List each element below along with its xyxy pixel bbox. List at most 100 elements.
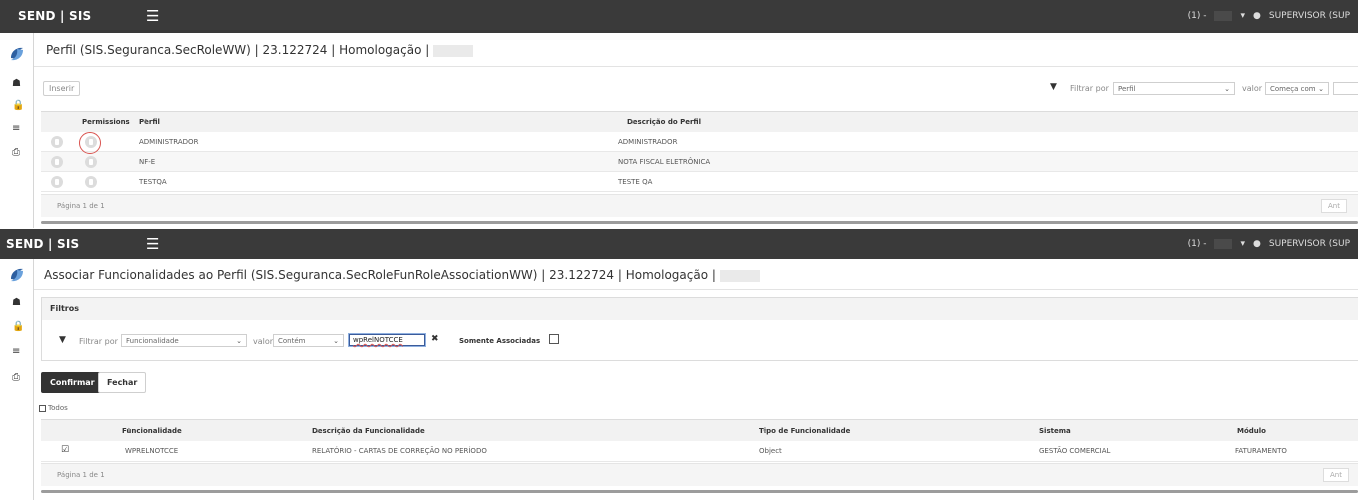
- lock-icon[interactable]: 🔒: [12, 321, 24, 332]
- filters-panel-body: ▼ Filtrar por Funcionalidade ⌄ valor Cont…: [41, 320, 1358, 361]
- filter-icon[interactable]: ▼: [59, 335, 66, 345]
- table-row[interactable]: ☑ WPRELNOTCCE RELATÓRIO - CARTAS DE CORR…: [41, 441, 1358, 462]
- pager-text: Página 1 de 1: [57, 471, 105, 479]
- cell-descricao: ADMINISTRADOR: [618, 138, 678, 146]
- cell-tipo: Object: [759, 447, 782, 455]
- app-logo: [11, 47, 23, 61]
- page-title: Perfil (SIS.Seguranca.SecRoleWW) | 23.12…: [46, 43, 474, 57]
- insert-button[interactable]: Inserir: [43, 81, 81, 96]
- table-row[interactable]: ADMINISTRADOR ADMINISTRADOR: [41, 132, 1358, 152]
- brand-title: SEND | SIS: [6, 237, 80, 251]
- horizontal-scrollbar[interactable]: [41, 221, 1358, 224]
- search-input[interactable]: wpRelNOTCCE: [349, 334, 425, 346]
- user-name[interactable]: SUPERVISOR (SUP: [1269, 11, 1350, 21]
- print-icon[interactable]: ⎙: [12, 147, 20, 158]
- clear-icon[interactable]: ✖: [431, 334, 439, 344]
- chevron-down-icon: ⌄: [236, 336, 242, 345]
- cell-modulo: FATURAMENTO: [1235, 447, 1287, 455]
- pager: Página 1 de 1 Ant: [41, 194, 1358, 217]
- table-row[interactable]: NF-E NOTA FISCAL ELETRÔNICA: [41, 152, 1358, 172]
- col-sistema[interactable]: Sistema: [1039, 427, 1071, 435]
- edit-icon[interactable]: [51, 156, 63, 168]
- list-icon[interactable]: ≡: [12, 123, 20, 134]
- col-permissions[interactable]: Permissions: [82, 118, 130, 126]
- filter-field-select[interactable]: Funcionalidade ⌄: [121, 334, 247, 347]
- chevron-down-icon[interactable]: ▾: [1240, 239, 1245, 249]
- chevron-down-icon: ⌄: [1224, 84, 1230, 93]
- user-icon: ●: [1253, 11, 1261, 21]
- value-label: valor: [253, 337, 274, 346]
- redacted-box: [719, 269, 760, 282]
- cell-sistema: GESTÃO COMERCIAL: [1039, 447, 1111, 455]
- permissions-icon[interactable]: [85, 156, 97, 168]
- value-operator-value: Contém: [278, 336, 306, 345]
- sidebar: ☗ 🔒 ≡ ⎙: [0, 259, 34, 500]
- prev-button[interactable]: Ant: [1321, 199, 1347, 213]
- select-all-label: Todos: [48, 404, 68, 412]
- brand-title: SEND | SIS: [18, 9, 92, 23]
- only-associated-label: Somente Associadas: [459, 337, 541, 345]
- col-modulo[interactable]: Módulo: [1237, 427, 1266, 435]
- highlight-circle: [79, 132, 101, 154]
- notification-value: [1214, 11, 1233, 21]
- user-area[interactable]: (1) - ▾ ● SUPERVISOR (SUP: [1188, 239, 1350, 249]
- user-area[interactable]: (1) - ▾ ● SUPERVISOR (SUP: [1188, 11, 1350, 21]
- filter-value-input[interactable]: [1333, 82, 1358, 95]
- user-icon: ●: [1253, 239, 1261, 249]
- table-header: Permissions Perfil ↑ Descrição do Perfil…: [41, 111, 1358, 133]
- cell-descricao: TESTE QA: [618, 178, 653, 186]
- filter-by-label: Filtrar por: [1070, 84, 1109, 93]
- table-row[interactable]: TESTQA TESTE QA: [41, 172, 1358, 192]
- permissions-icon[interactable]: [85, 176, 97, 188]
- row-checkbox[interactable]: ☑: [61, 445, 69, 455]
- top-bar: SEND | SIS ☰ (1) - ▾ ● SUPERVISOR (SUP: [0, 229, 1358, 259]
- value-operator-select[interactable]: Contém ⌄: [273, 334, 344, 347]
- filter-field-value: Funcionalidade: [126, 336, 179, 345]
- edit-icon[interactable]: [51, 176, 63, 188]
- page-title: Associar Funcionalidades ao Perfil (SIS.…: [44, 268, 760, 282]
- cell-perfil: TESTQA: [139, 178, 167, 186]
- filter-icon[interactable]: ▼: [1050, 82, 1057, 92]
- edit-icon[interactable]: [51, 136, 63, 148]
- only-associated-checkbox[interactable]: [549, 334, 559, 344]
- hamburger-icon[interactable]: ☰: [146, 7, 159, 25]
- pager: Página 1 de 1 Ant: [41, 463, 1358, 486]
- user-name[interactable]: SUPERVISOR (SUP: [1269, 239, 1350, 249]
- filters-title: Filtros: [50, 304, 79, 313]
- page-title-bar: Associar Funcionalidades ao Perfil (SIS.…: [34, 259, 1358, 290]
- lock-icon[interactable]: 🔒: [12, 100, 24, 111]
- home-icon[interactable]: ☗: [12, 78, 21, 89]
- app-logo: [11, 268, 23, 282]
- pager-text: Página 1 de 1: [57, 202, 105, 210]
- filter-by-label: Filtrar por: [79, 337, 118, 346]
- horizontal-scrollbar[interactable]: [41, 490, 1358, 493]
- filter-bar: ▼ Filtrar por Perfil ⌄ valor Começa com ⌄: [1050, 82, 1358, 96]
- print-icon[interactable]: ⎙: [12, 372, 20, 383]
- notification-count[interactable]: (1) -: [1188, 239, 1207, 249]
- cell-descricao: RELATÓRIO - CARTAS DE CORREÇÃO NO PERÍOD…: [312, 447, 487, 455]
- notification-count[interactable]: (1) -: [1188, 11, 1207, 21]
- table-header: Funcionalidade ↑ Descrição da Funcionali…: [41, 419, 1358, 442]
- value-label: valor: [1242, 84, 1263, 93]
- filter-field-select[interactable]: Perfil ⌄: [1113, 82, 1235, 95]
- cell-perfil: ADMINISTRADOR: [139, 138, 199, 146]
- prev-button[interactable]: Ant: [1323, 468, 1349, 482]
- home-icon[interactable]: ☗: [12, 297, 21, 308]
- chevron-down-icon: ⌄: [1318, 84, 1324, 93]
- value-operator-select[interactable]: Começa com ⌄: [1265, 82, 1329, 95]
- close-button[interactable]: Fechar: [98, 372, 147, 393]
- notification-value: [1214, 239, 1233, 249]
- confirm-button[interactable]: Confirmar: [41, 372, 104, 393]
- filter-field-value: Perfil: [1118, 84, 1136, 93]
- list-icon[interactable]: ≡: [12, 346, 20, 357]
- select-all-checkbox[interactable]: [39, 405, 46, 412]
- chevron-down-icon[interactable]: ▾: [1240, 11, 1245, 21]
- hamburger-icon[interactable]: ☰: [146, 235, 159, 253]
- chevron-down-icon: ⌄: [333, 336, 339, 345]
- cell-descricao: NOTA FISCAL ELETRÔNICA: [618, 158, 711, 166]
- value-operator-value: Começa com: [1270, 84, 1316, 93]
- top-bar: SEND | SIS ☰ (1) - ▾ ● SUPERVISOR (SUP: [0, 0, 1358, 33]
- cell-funcionalidade: WPRELNOTCCE: [125, 447, 179, 455]
- sidebar: ☗ 🔒 ≡ ⎙: [0, 33, 34, 228]
- redacted-box: [433, 44, 474, 57]
